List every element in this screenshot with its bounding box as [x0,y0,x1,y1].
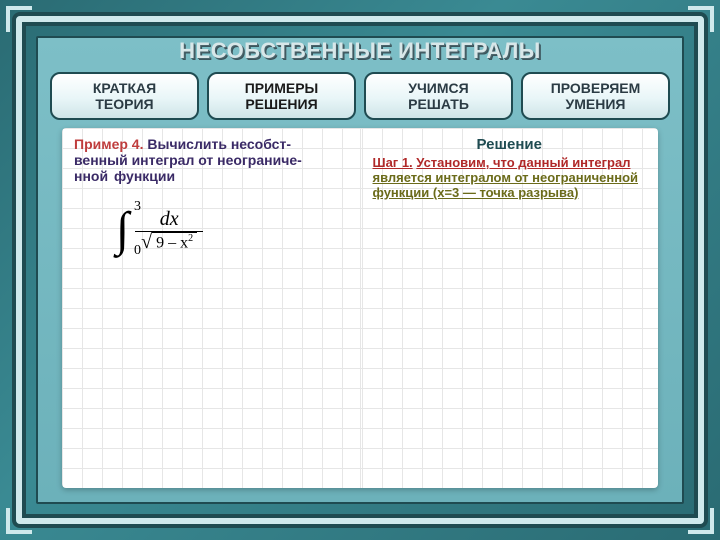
left-column: Пример 4. Вычислить несобст- венный инте… [62,128,360,488]
task-text: нной [74,168,108,184]
task-text: Вычислить несобст- [147,136,291,152]
tab-label: УЧИМСЯ РЕШАТЬ [408,80,469,112]
page-title: НЕСОБСТВЕННЫЕ ИНТЕГРАЛЫ [0,38,720,64]
slide-stage: НЕСОБСТВЕННЫЕ ИНТЕГРАЛЫ КРАТКАЯ ТЕОРИЯ П… [0,0,720,540]
step-text: Установим, что данный интеграл [416,155,630,170]
denominator: √ 9 – x2 [135,232,203,252]
tab-theory[interactable]: КРАТКАЯ ТЕОРИЯ [50,72,199,120]
tab-learn[interactable]: УЧИМСЯ РЕШАТЬ [364,72,513,120]
lower-limit: 0 [134,244,141,258]
task-text: функции [114,168,175,184]
radicand-exp: 2 [188,233,193,244]
step-text: является интегралом от неограниченной [373,170,639,185]
task-text: венный интеграл от неограниче- [74,152,302,168]
upper-limit: 3 [134,200,141,214]
example-prompt: Пример 4. Вычислить несобст- венный инте… [74,136,348,184]
example-number: Пример 4. [74,136,143,152]
integral-expression: ∫ 3 0 dx √ 9 – x2 [116,206,348,254]
content-board: Пример 4. Вычислить несобст- венный инте… [62,128,658,488]
tab-label: ПРОВЕРЯЕМ УМЕНИЯ [551,80,641,112]
radicand: 9 – x2 [152,232,197,252]
tab-label: КРАТКАЯ ТЕОРИЯ [93,80,156,112]
sqrt: √ 9 – x2 [141,232,197,252]
radicand-base: 9 – x [156,234,188,251]
step-number: Шаг 1. [373,155,413,170]
radical-icon: √ [141,232,152,252]
step-text: функции (x=3 — точка разрыва) [373,185,579,200]
tab-label: ПРИМЕРЫ РЕШЕНИЯ [245,80,319,112]
solution-step-1: Шаг 1. Установим, что данный интеграл яв… [373,155,647,200]
tab-check[interactable]: ПРОВЕРЯЕМ УМЕНИЯ [521,72,670,120]
numerator: dx [154,208,185,231]
tab-examples[interactable]: ПРИМЕРЫ РЕШЕНИЯ [207,72,356,120]
solution-heading: Решение [373,136,647,153]
right-column: Решение Шаг 1. Установим, что данный инт… [360,128,659,488]
fraction: dx √ 9 – x2 [135,208,203,252]
nav-tabs: КРАТКАЯ ТЕОРИЯ ПРИМЕРЫ РЕШЕНИЯ УЧИМСЯ РЕ… [50,72,670,120]
integral-sign-icon: ∫ 3 0 [116,206,129,254]
